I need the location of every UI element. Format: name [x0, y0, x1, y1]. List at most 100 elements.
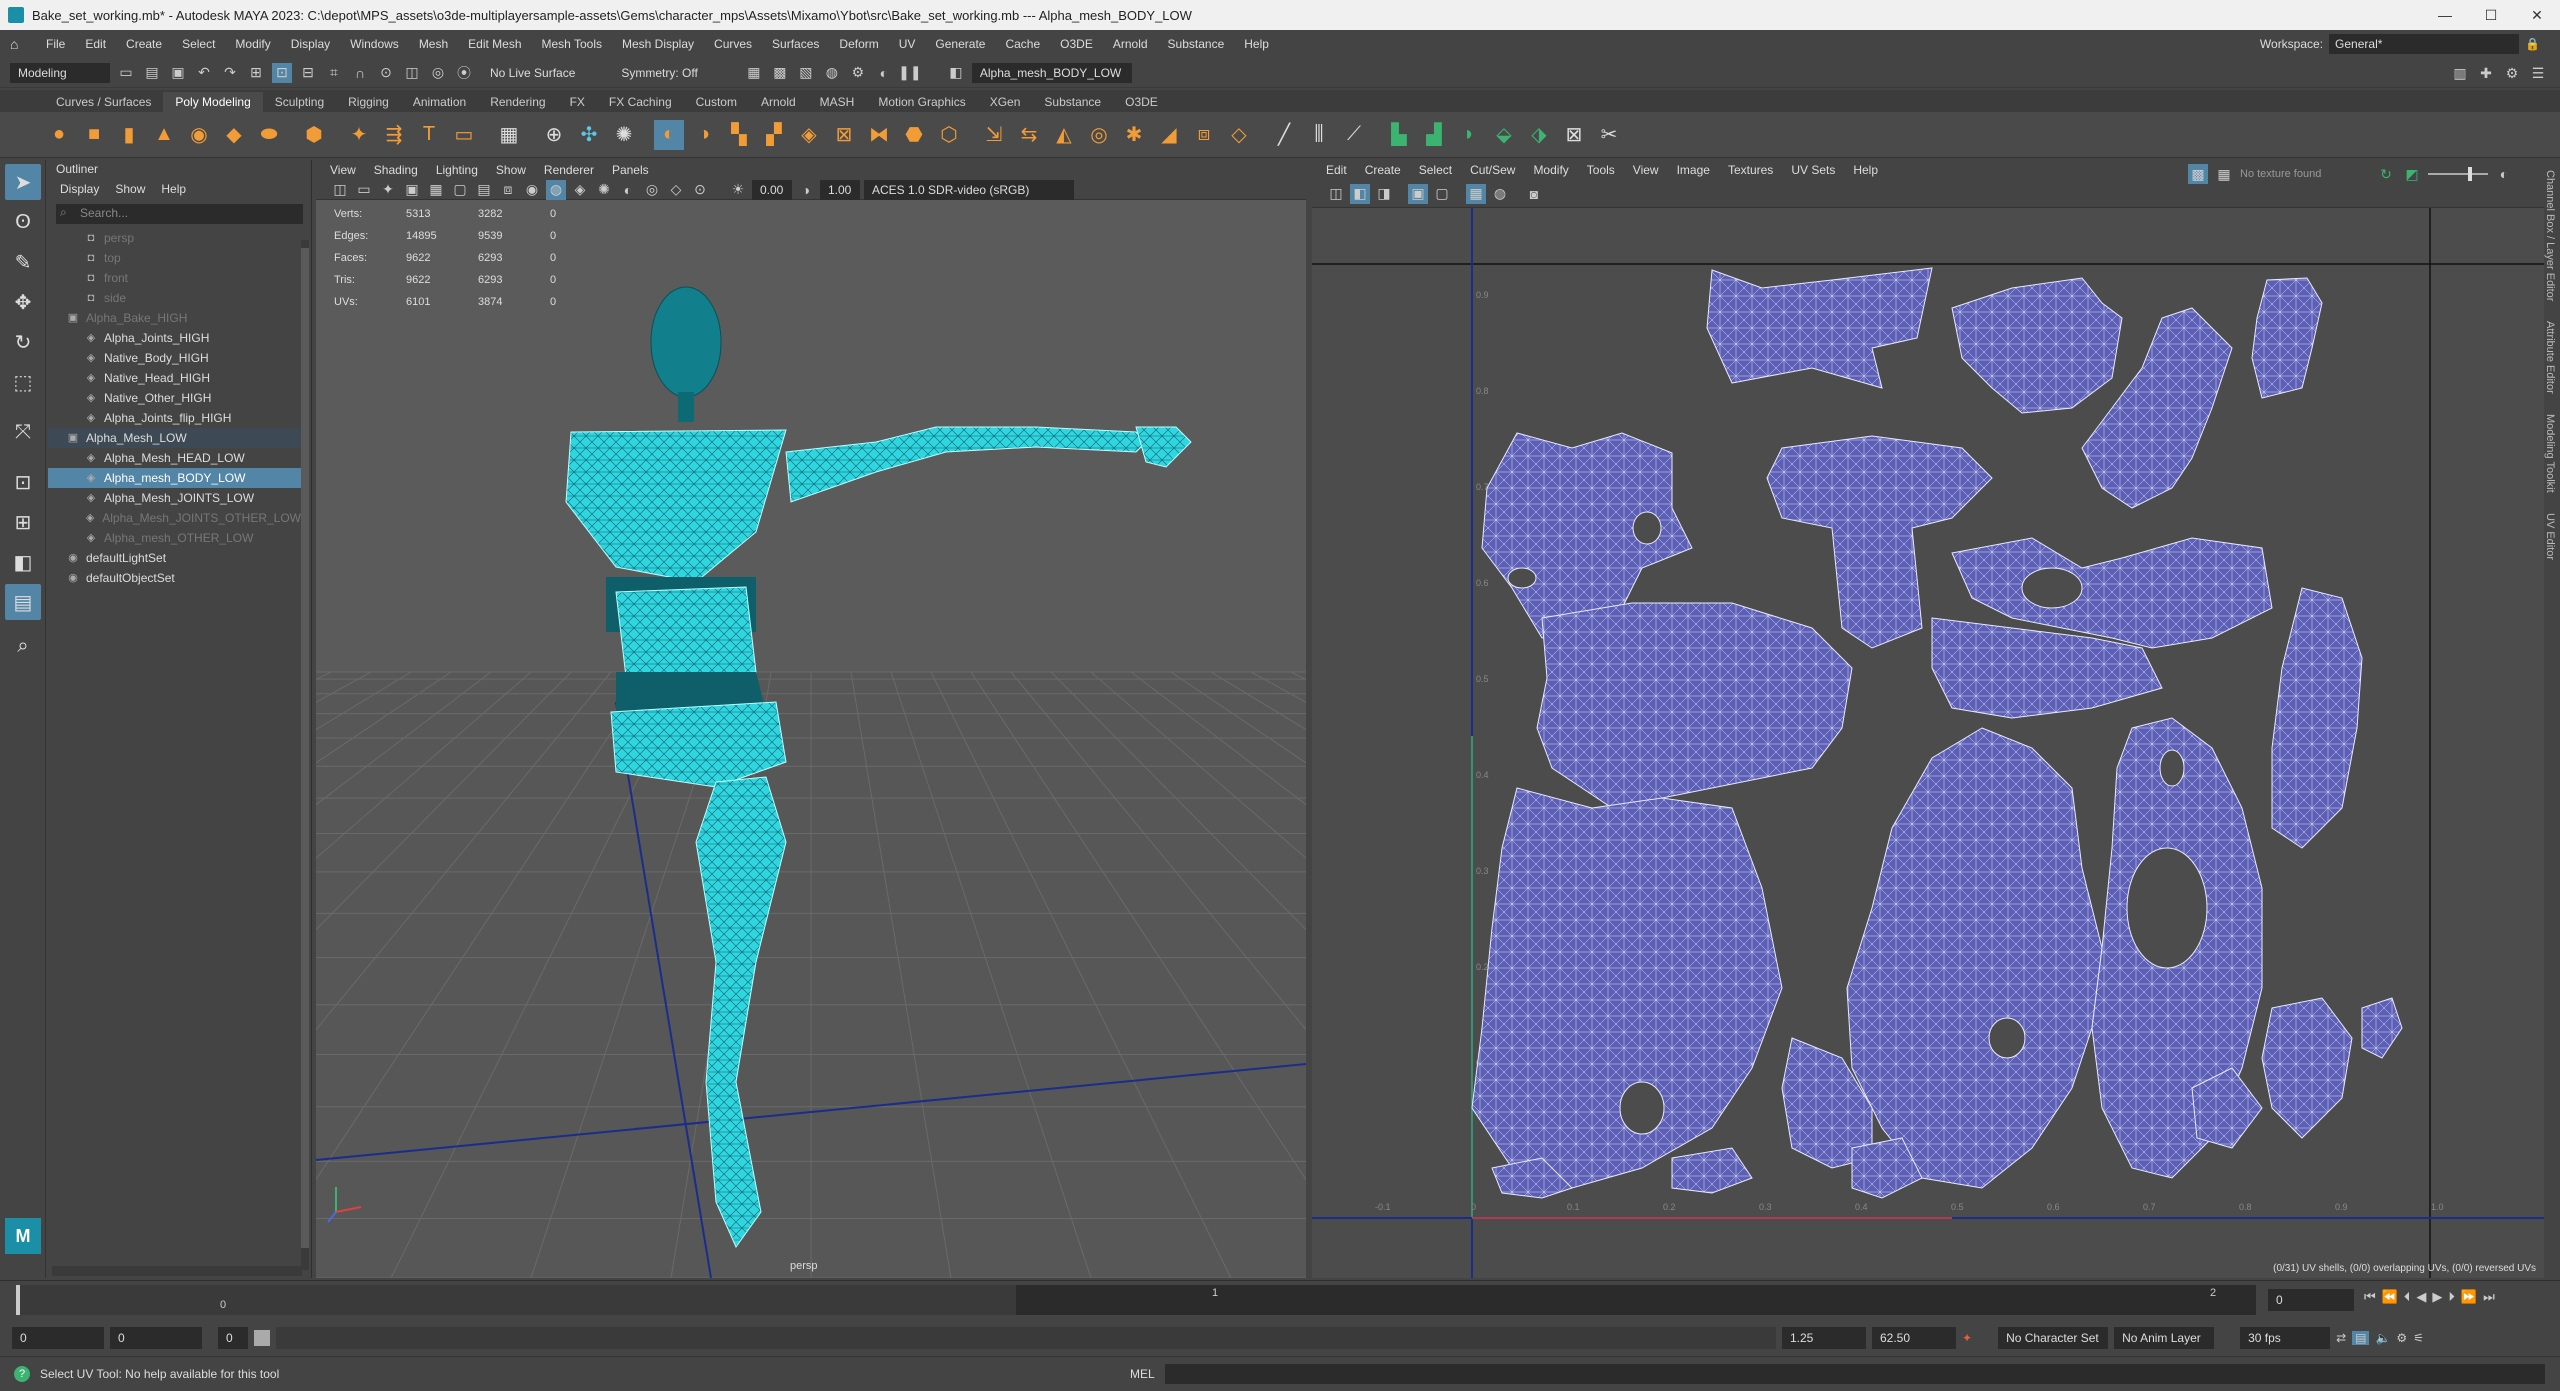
- open-scene-icon[interactable]: ▤: [142, 63, 162, 83]
- menu-substance[interactable]: Substance: [1158, 37, 1235, 51]
- uv-shaded-icon[interactable]: ▢: [1432, 184, 1452, 204]
- object-name-field[interactable]: Alpha_mesh_BODY_LOW: [971, 62, 1132, 83]
- shelf-tab[interactable]: XGen: [978, 92, 1033, 112]
- outliner-item[interactable]: ◘ side: [48, 288, 301, 308]
- uv-distortion-icon[interactable]: ◍: [1490, 184, 1510, 204]
- spherical-map-icon[interactable]: ◗: [1454, 120, 1484, 150]
- uv-cut-icon[interactable]: ✂: [1594, 120, 1624, 150]
- outliner-item[interactable]: ◈ Alpha_mesh_BODY_LOW: [48, 468, 301, 488]
- quad-draw-icon[interactable]: ✺: [609, 120, 639, 150]
- step-back-key-icon[interactable]: ⏪: [2382, 1289, 2398, 1305]
- shelf-tab[interactable]: Rendering: [478, 92, 557, 112]
- uv-snapshot-icon[interactable]: ◙: [1524, 184, 1544, 204]
- snap-point-icon[interactable]: ⊙: [376, 63, 396, 83]
- play-forward-icon[interactable]: ▶: [2432, 1289, 2442, 1305]
- anim-layer-dropdown[interactable]: No Anim Layer: [2114, 1327, 2215, 1349]
- render-frame-icon[interactable]: ▩: [770, 63, 790, 83]
- make-live-icon[interactable]: ⦿: [454, 63, 474, 83]
- ambient-occlusion-icon[interactable]: ◎: [642, 180, 662, 200]
- mirror-icon[interactable]: ⧓: [864, 120, 894, 150]
- range-handle-icon[interactable]: [254, 1330, 270, 1346]
- side-tab[interactable]: Channel Box / Layer Editor: [2544, 160, 2556, 311]
- uv-canvas[interactable]: -0.1 0 0.1 0.2 0.3 0.4 0.5 0.6 0.7 0.8 0.9 1.0 0.9 0.…: [1312, 208, 2544, 1278]
- target-weld-icon[interactable]: ✣: [574, 120, 604, 150]
- poly-plane-icon[interactable]: ◆: [219, 120, 249, 150]
- anim-prefs-icon[interactable]: ⚟: [2413, 1331, 2424, 1345]
- poly-pipe-icon[interactable]: ⇶: [379, 120, 409, 150]
- extract-icon[interactable]: ▚: [724, 120, 754, 150]
- pause-icon[interactable]: ❚❚: [898, 63, 921, 83]
- time-slider-track[interactable]: 0: [16, 1285, 1016, 1315]
- uv-menu-tools[interactable]: Tools: [1587, 163, 1615, 177]
- select-hierarchy-icon[interactable]: ⊞: [246, 63, 266, 83]
- shelf-tab[interactable]: Sculpting: [263, 92, 336, 112]
- menu-mesh[interactable]: Mesh: [409, 37, 458, 51]
- connect-icon[interactable]: ╱: [1269, 120, 1299, 150]
- separate-icon[interactable]: ◑: [689, 120, 719, 150]
- ipr-render-icon[interactable]: ◍: [822, 63, 842, 83]
- viewport-menu-show[interactable]: Show: [496, 163, 526, 177]
- attribute-toggle-icon[interactable]: ✚: [2476, 63, 2496, 83]
- menu-uv[interactable]: UV: [889, 37, 926, 51]
- shelf-tab[interactable]: Curves / Surfaces: [44, 92, 163, 112]
- outliner-item[interactable]: ◈ Alpha_Mesh_JOINTS_OTHER_LOW: [48, 508, 301, 528]
- key-tick-icon[interactable]: ▤: [2352, 1331, 2370, 1345]
- render-settings-icon[interactable]: ⚙: [848, 63, 868, 83]
- bevel-icon[interactable]: ◭: [1049, 120, 1079, 150]
- outliner-item[interactable]: ◘ top: [48, 248, 301, 268]
- layout-uv-icon[interactable]: ⊠: [1559, 120, 1589, 150]
- maximize-button[interactable]: ☐: [2468, 0, 2514, 30]
- snap-view-icon[interactable]: ◫: [402, 63, 422, 83]
- outliner-item[interactable]: ▣ Alpha_Bake_HIGH: [48, 308, 301, 328]
- save-scene-icon[interactable]: ▣: [168, 63, 188, 83]
- wireframe-on-shaded-icon[interactable]: ◍: [546, 179, 566, 200]
- uv-menu-modify[interactable]: Modify: [1533, 163, 1568, 177]
- outliner-scrollbar[interactable]: [301, 240, 309, 1270]
- menu-cache[interactable]: Cache: [995, 37, 1050, 51]
- character-set-dropdown[interactable]: No Character Set: [1998, 1327, 2109, 1349]
- go-to-start-icon[interactable]: ⏮: [2364, 1289, 2376, 1305]
- move-tool-icon[interactable]: ✥: [5, 284, 41, 320]
- menu-generate[interactable]: Generate: [925, 37, 995, 51]
- shelf-tab[interactable]: MASH: [808, 92, 867, 112]
- poly-cylinder-icon[interactable]: ▮: [114, 120, 144, 150]
- smooth-icon[interactable]: ◈: [794, 120, 824, 150]
- outliner-item[interactable]: ◉ defaultObjectSet: [48, 568, 301, 588]
- cache-icon[interactable]: ⚙: [2396, 1331, 2407, 1345]
- uv-menu-help[interactable]: Help: [1853, 163, 1878, 177]
- lasso-tool-icon[interactable]: ʘ: [5, 204, 41, 240]
- uv-grid-icon[interactable]: ▦: [1466, 183, 1486, 204]
- anim-end-field[interactable]: 62.50: [1872, 1327, 1956, 1349]
- select-component-icon[interactable]: ⊟: [298, 63, 318, 83]
- poke-icon[interactable]: ✱: [1119, 120, 1149, 150]
- layer-field[interactable]: 0: [218, 1327, 248, 1349]
- minimize-button[interactable]: —: [2422, 0, 2468, 30]
- step-forward-key-icon[interactable]: ⏩: [2461, 1289, 2477, 1305]
- image-plane-icon[interactable]: ▣: [402, 180, 422, 200]
- time-slider[interactable]: 0 1 2 0 ⏮ ⏪ ⏴ ◀ ▶ ⏵ ⏩ ⏭: [0, 1280, 2560, 1320]
- outliner-item[interactable]: ◈ Native_Head_HIGH: [48, 368, 301, 388]
- auto-key-icon[interactable]: ✦: [1962, 1331, 1972, 1345]
- exposure-field[interactable]: 0.00: [752, 179, 792, 200]
- outliner-item[interactable]: ◈ Native_Other_HIGH: [48, 388, 301, 408]
- textured-icon[interactable]: ◈: [570, 180, 590, 200]
- channel-box-toggle-icon[interactable]: ☰: [2528, 63, 2548, 83]
- poly-cube-icon[interactable]: ■: [79, 120, 109, 150]
- outliner-item[interactable]: ◈ Alpha_Mesh_JOINTS_LOW: [48, 488, 301, 508]
- outliner-item[interactable]: ◈ Alpha_mesh_OTHER_LOW: [48, 528, 301, 548]
- poly-cone-icon[interactable]: ▲: [149, 120, 179, 150]
- film-gate-icon[interactable]: ▢: [450, 180, 470, 200]
- smooth-shade-icon[interactable]: ◉: [522, 180, 542, 200]
- outliner-menu-help[interactable]: Help: [161, 182, 186, 198]
- menu-mesh-tools[interactable]: Mesh Tools: [532, 37, 612, 51]
- scale-tool-icon[interactable]: ⬚: [5, 364, 41, 400]
- poly-torus-icon[interactable]: ◉: [184, 120, 214, 150]
- uv-menu-select[interactable]: Select: [1419, 163, 1452, 177]
- menu-edit-mesh[interactable]: Edit Mesh: [458, 37, 531, 51]
- viewport-menu-shading[interactable]: Shading: [374, 163, 418, 177]
- cylindrical-map-icon[interactable]: ▟: [1419, 120, 1449, 150]
- start-frame-field[interactable]: 0: [12, 1327, 104, 1349]
- command-input[interactable]: [1164, 1364, 2545, 1384]
- outliner-menu-show[interactable]: Show: [115, 182, 145, 198]
- persp-outliner-icon[interactable]: ◧: [5, 544, 41, 580]
